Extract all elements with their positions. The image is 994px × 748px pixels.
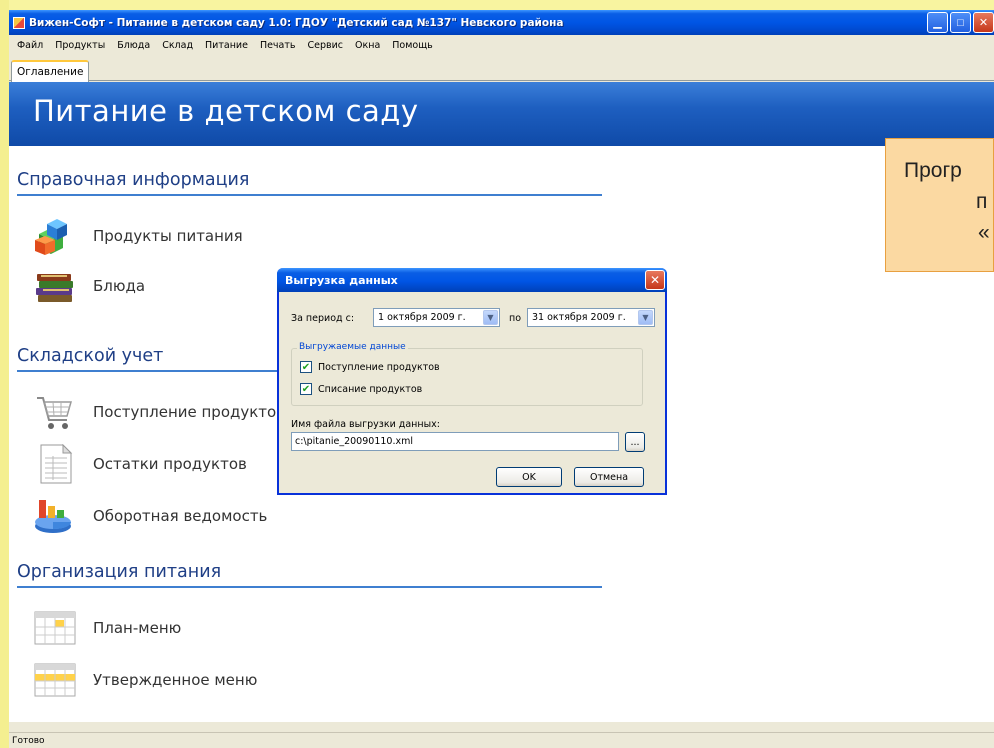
menu-print[interactable]: Печать xyxy=(254,40,302,51)
section-nutrition-title: Организация питания xyxy=(17,562,602,588)
date-to-value: 31 октября 2009 г. xyxy=(532,312,626,323)
window-title: Вижен-Софт - Питание в детском саду 1.0:… xyxy=(29,16,564,29)
date-from-value: 1 октября 2009 г. xyxy=(378,312,466,323)
callout-line-3: « xyxy=(978,221,990,244)
file-name-label: Имя файла выгрузки данных: xyxy=(291,419,440,430)
export-dialog: Выгрузка данных ✕ За период с: 1 октября… xyxy=(277,268,667,495)
nav-label-approved-menu: Утвержденное меню xyxy=(93,671,258,689)
nav-label-product-balance: Остатки продуктов xyxy=(93,455,247,473)
close-icon: ✕ xyxy=(649,273,661,287)
title-bar[interactable]: Вижен-Софт - Питание в детском саду 1.0:… xyxy=(9,10,994,35)
nav-item-approved-menu[interactable]: Утвержденное меню xyxy=(33,660,257,700)
nav-item-turnover-statement[interactable]: Оборотная ведомость xyxy=(33,496,267,536)
browse-button[interactable]: ... xyxy=(625,432,645,452)
checkbox-checked-icon[interactable]: ✔ xyxy=(300,361,312,373)
cancel-button[interactable]: Отмена xyxy=(574,467,644,487)
calendar-table-icon xyxy=(33,660,77,700)
date-from-select[interactable]: 1 октября 2009 г. ▼ xyxy=(373,308,500,327)
nav-item-dishes[interactable]: Блюда xyxy=(33,266,145,306)
nav-label-product-receipt: Поступление продуктов xyxy=(93,403,286,421)
chart-icon xyxy=(33,496,77,536)
group-title: Выгружаемые данные xyxy=(297,342,408,352)
banner-title: Питание в детском саду xyxy=(33,94,419,128)
callout-line-1: Прогр xyxy=(904,159,962,182)
nav-item-plan-menu[interactable]: План-меню xyxy=(33,608,181,648)
slide-background xyxy=(0,0,9,748)
dialog-close-button[interactable]: ✕ xyxy=(645,270,665,290)
date-to-select[interactable]: 31 октября 2009 г. ▼ xyxy=(527,308,655,327)
app-icon xyxy=(13,16,25,29)
menu-file[interactable]: Файл xyxy=(11,40,49,51)
menu-windows[interactable]: Окна xyxy=(349,40,386,51)
cubes-icon xyxy=(33,216,77,256)
checkbox-receipt-label: Поступление продуктов xyxy=(318,361,440,373)
nav-item-product-balance[interactable]: Остатки продуктов xyxy=(33,443,247,484)
period-from-label: За период с: xyxy=(291,313,355,324)
window-controls: ▁ □ ✕ xyxy=(927,12,994,33)
nav-label-dishes: Блюда xyxy=(93,277,146,295)
status-text: Готово xyxy=(12,735,45,746)
minimize-icon: ▁ xyxy=(933,17,942,29)
minimize-button[interactable]: ▁ xyxy=(927,12,948,33)
tab-strip: Оглавление xyxy=(9,55,994,82)
export-data-group: Выгружаемые данные ✔ Поступление продукт… xyxy=(291,342,643,406)
menu-products[interactable]: Продукты xyxy=(49,40,111,51)
document-icon xyxy=(33,443,77,484)
menu-help[interactable]: Помощь xyxy=(386,40,438,51)
callout-box: Прогр п « xyxy=(885,138,994,272)
nav-label-turnover-statement: Оборотная ведомость xyxy=(93,507,268,525)
menu-nutrition[interactable]: Питание xyxy=(199,40,254,51)
status-bar: Готово xyxy=(9,732,994,748)
file-name-value: c:\pitanie_20090110.xml xyxy=(295,436,413,447)
file-name-input[interactable]: c:\pitanie_20090110.xml xyxy=(291,432,619,451)
close-button[interactable]: ✕ xyxy=(973,12,994,33)
chevron-down-icon[interactable]: ▼ xyxy=(483,310,498,325)
menu-service[interactable]: Сервис xyxy=(302,40,350,51)
nav-item-product-receipt[interactable]: Поступление продуктов xyxy=(33,392,285,432)
callout-line-2: п xyxy=(976,190,988,213)
dialog-title: Выгрузка данных xyxy=(285,273,398,287)
checkbox-receipt[interactable]: ✔ Поступление продуктов xyxy=(300,361,440,373)
calendar-icon xyxy=(33,608,77,648)
checkbox-writeoff-label: Списание продуктов xyxy=(318,383,423,395)
cart-icon xyxy=(33,392,77,432)
checkbox-checked-icon[interactable]: ✔ xyxy=(300,383,312,395)
nav-item-food-products[interactable]: Продукты питания xyxy=(33,216,243,256)
section-reference-title: Справочная информация xyxy=(17,170,602,196)
menu-dishes[interactable]: Блюда xyxy=(111,40,156,51)
tab-contents[interactable]: Оглавление xyxy=(11,60,90,82)
close-icon: ✕ xyxy=(978,17,989,29)
checkbox-writeoff[interactable]: ✔ Списание продуктов xyxy=(300,383,422,395)
maximize-icon: □ xyxy=(957,16,964,29)
banner: Питание в детском саду xyxy=(9,82,994,146)
nav-label-food-products: Продукты питания xyxy=(93,227,243,245)
nav-label-plan-menu: План-меню xyxy=(93,619,182,637)
menu-warehouse[interactable]: Склад xyxy=(156,40,199,51)
maximize-button[interactable]: □ xyxy=(950,12,971,33)
chevron-down-icon[interactable]: ▼ xyxy=(638,310,653,325)
period-to-label: по xyxy=(509,313,522,324)
dialog-title-bar[interactable]: Выгрузка данных ✕ xyxy=(277,268,667,292)
books-icon xyxy=(33,266,77,306)
ok-button[interactable]: OK xyxy=(496,467,562,487)
menu-bar: Файл Продукты Блюда Склад Питание Печать… xyxy=(9,35,994,55)
